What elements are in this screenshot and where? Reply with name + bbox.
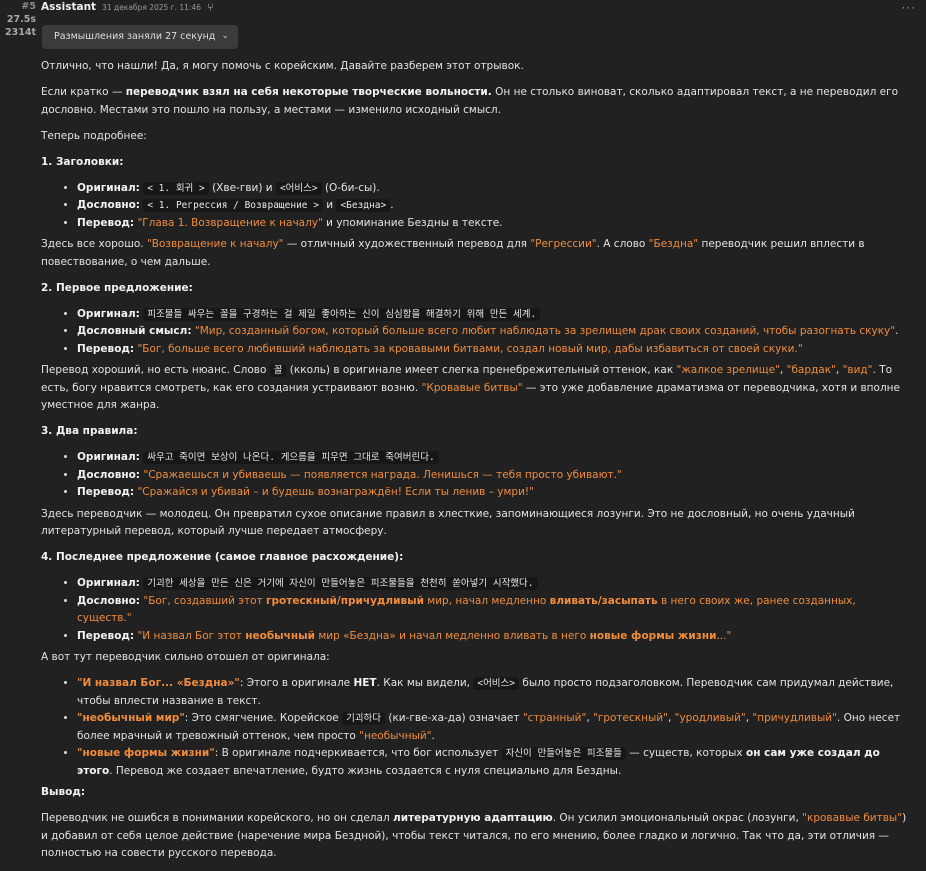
summary-paragraph: Если кратко — переводчик взял на себя не…	[41, 86, 899, 116]
section-heading: 3. Два правила:	[41, 425, 138, 437]
list-item: Оригинал: 싸우고 죽이면 보상이 나온다. 게으름을 피우면 그대로 …	[77, 449, 911, 467]
list-item: Дословно: "Бог, создавший этот гротескны…	[77, 593, 911, 628]
message-header: Assistant 31 декабря 2025 г. 11:46 ⑂	[41, 0, 214, 16]
section-list: Оригинал: < 1. 회귀 > (Хве-гви) и <어비스> (О…	[41, 180, 911, 233]
list-item: Оригинал: < 1. 회귀 > (Хве-гви) и <어비스> (О…	[77, 180, 911, 198]
list-item: Дословный смысл: "Мир, созданный богом, …	[77, 323, 911, 341]
conclusion-heading: Вывод:	[41, 786, 86, 798]
section-intro: А вот тут переводчик сильно отошел от ор…	[41, 651, 330, 663]
list-item: Перевод: "Сражайся и убивай – и будешь в…	[77, 484, 911, 502]
section-heading: 2. Первое предложение:	[41, 281, 193, 294]
thinking-label: Размышления заняли 27 секунд	[54, 31, 216, 43]
section-heading: 4. Последнее предложение (самое главное …	[41, 551, 404, 563]
section-list: Оригинал: 싸우고 죽이면 보상이 나온다. 게으름을 피우면 그대로 …	[41, 449, 911, 502]
intro-paragraph: Отлично, что нашли! Да, я могу помочь с …	[41, 60, 524, 72]
chevron-down-icon: ⌄	[221, 31, 229, 42]
list-item: "необычный мир": Это смягчение. Корейско…	[77, 710, 911, 745]
details-lead: Теперь подробнее:	[41, 129, 147, 142]
section-comment: Перевод хороший, но есть нюанс. Слово 꼴 …	[41, 364, 900, 411]
list-item: Дословно: "Сражаешься и убиваешь — появл…	[77, 467, 911, 485]
message-meta: #5 27.5s 2314t	[0, 0, 36, 39]
token-count: 2314t	[5, 27, 36, 38]
section-comment: Здесь все хорошо. "Возвращение к началу"…	[41, 238, 865, 268]
list-item: Перевод: "И назвал Бог этот необычный ми…	[77, 628, 911, 646]
list-item: Оригинал: 기괴한 세상을 만든 신은 거기에 자신이 만들어놓은 피조…	[77, 575, 911, 593]
list-item: "И назвал Бог... «Бездна»": Этого в ориг…	[77, 675, 911, 710]
section-heading: 1. Заголовки:	[41, 155, 124, 168]
thinking-toggle-button[interactable]: Размышления заняли 27 секунд ⌄	[42, 25, 238, 49]
message-content: Отлично, что нашли! Да, я могу помочь с …	[41, 58, 911, 871]
list-item: Дословно: < 1. Регрессия / Возвращение >…	[77, 197, 911, 215]
section-comment: Здесь переводчик — молодец. Он превратил…	[41, 507, 855, 538]
section-list: Оригинал: 피조물들 싸우는 꼴을 구경하는 걸 제일 좋아하는 신이 …	[41, 306, 911, 359]
conclusion-paragraph: Переводчик не ошибся в понимании корейск…	[41, 812, 907, 859]
list-item: Перевод: "Бог, больше всего любивший наб…	[77, 341, 911, 359]
list-item: Перевод: "Глава 1. Возвращение к началу"…	[77, 215, 911, 233]
differences-list: "И назвал Бог... «Бездна»": Этого в ориг…	[41, 675, 911, 780]
timestamp: 31 декабря 2025 г. 11:46	[102, 3, 202, 13]
branch-icon[interactable]: ⑂	[207, 0, 214, 17]
author-name: Assistant	[41, 1, 97, 14]
more-horizontal-icon[interactable]: ···	[902, 0, 916, 18]
section-list: Оригинал: 기괴한 세상을 만든 신은 거기에 자신이 만들어놓은 피조…	[41, 575, 911, 645]
list-item: "новые формы жизни": В оригинале подчерк…	[77, 745, 911, 780]
message-number: #5	[21, 1, 36, 12]
list-item: Оригинал: 피조물들 싸우는 꼴을 구경하는 걸 제일 좋아하는 신이 …	[77, 306, 911, 324]
response-time: 27.5s	[6, 14, 36, 25]
